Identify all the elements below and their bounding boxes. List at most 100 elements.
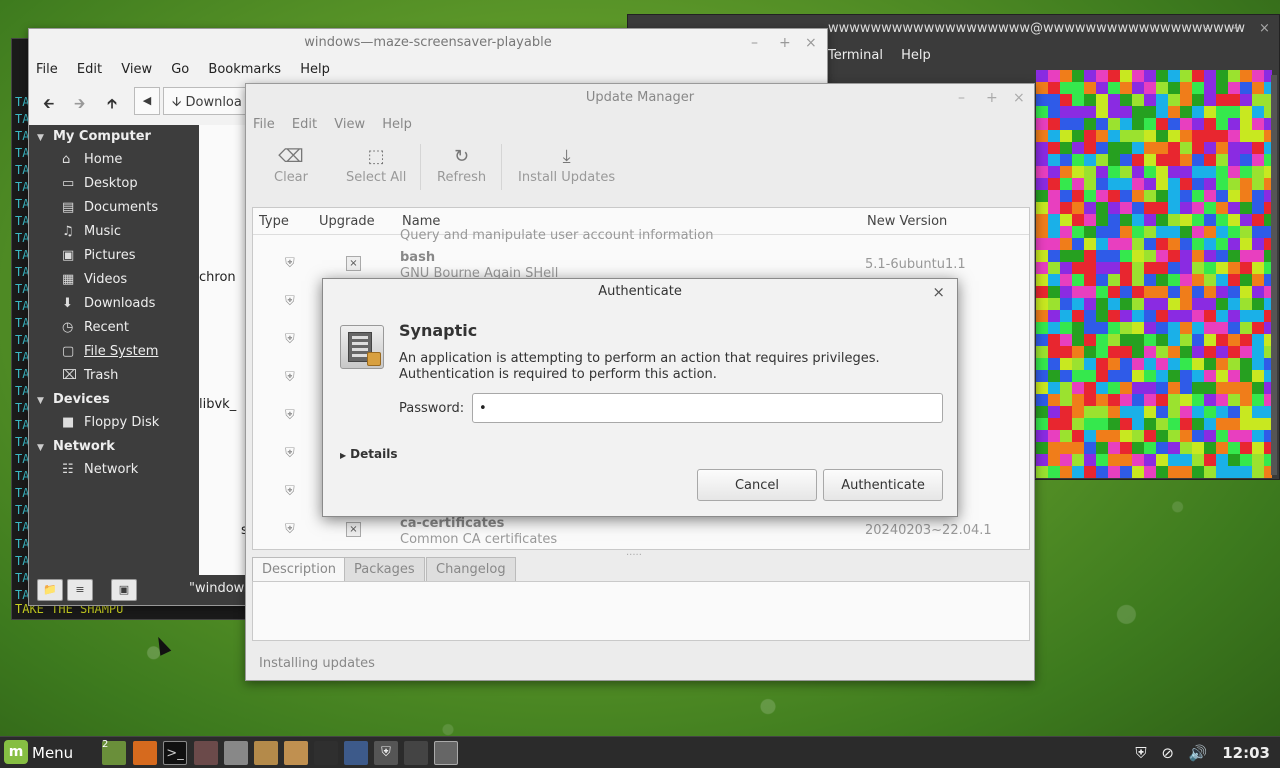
maze-cell (1168, 70, 1180, 82)
sidebar-item[interactable]: ▭ Desktop (29, 172, 199, 196)
sidebar-section[interactable]: ▼ Devices (29, 388, 199, 411)
file-item[interactable]: chron (199, 270, 236, 285)
show-desktop-icon[interactable]: 2 (102, 739, 126, 765)
close-icon[interactable]: × (805, 29, 817, 57)
maze-cell (1156, 118, 1168, 130)
sidebar-item-label: Desktop (84, 176, 138, 191)
menu-help[interactable]: Help (901, 48, 931, 63)
menu-help[interactable]: Help (382, 117, 412, 132)
details-expander[interactable]: ▶ Details (340, 447, 397, 461)
package-icon[interactable] (254, 741, 278, 765)
file-item[interactable]: libvk_ (199, 397, 236, 412)
sidebar-item[interactable]: ▣ Pictures (29, 244, 199, 268)
toggle-sidebar-icon[interactable]: ▣ (111, 579, 137, 601)
text-editor-icon[interactable] (344, 741, 368, 765)
terminal-scrollbar[interactable] (1271, 75, 1277, 475)
authenticate-titlebar[interactable]: Authenticate × (323, 279, 957, 305)
update-manager-titlebar[interactable]: Update Manager – + × (246, 84, 1034, 112)
menu-go[interactable]: Go (171, 62, 189, 77)
sidebar-item[interactable]: ▢ File System (29, 340, 199, 364)
column-new-version[interactable]: New Version (867, 208, 947, 235)
sidebar-item[interactable]: ▤ Documents (29, 196, 199, 220)
sidebar-item[interactable]: ■ Floppy Disk (29, 411, 199, 435)
maze-cell (1192, 346, 1204, 358)
sidebar-item[interactable]: ☷ Network (29, 458, 199, 482)
synaptic-task-icon[interactable] (434, 741, 458, 765)
pane-resize-grip[interactable]: ····· (626, 550, 642, 561)
settings-icon[interactable] (224, 741, 248, 765)
network-icon[interactable]: ⊘ (1161, 744, 1174, 762)
menu-terminal[interactable]: Terminal (828, 48, 883, 63)
close-icon[interactable]: × (932, 279, 945, 305)
shield-icon[interactable]: ⛨ (374, 741, 398, 765)
refresh-button[interactable]: ↻ Refresh (437, 146, 486, 185)
places-view-icon[interactable]: 📁 (37, 579, 63, 601)
clear-button[interactable]: ⌫ Clear (274, 146, 308, 185)
terminal-icon[interactable]: >_ (163, 741, 187, 765)
maze-cell (1204, 154, 1216, 166)
file-manager-content[interactable]: chron libvk_ s (199, 125, 248, 577)
maximize-icon[interactable]: + (779, 29, 791, 57)
firefox-icon[interactable] (133, 741, 157, 765)
back-arrow-icon[interactable]: 🡰 (43, 93, 54, 117)
menu-bookmarks[interactable]: Bookmarks (208, 62, 281, 77)
menu-view[interactable]: View (334, 117, 365, 132)
menu-file[interactable]: File (253, 117, 275, 132)
maze-cell (1240, 334, 1252, 346)
authenticate-dialog[interactable]: Authenticate × Synaptic An application i… (322, 278, 958, 517)
upgrade-checkbox[interactable]: × (346, 256, 361, 271)
sidebar-section[interactable]: ▼ Network (29, 435, 199, 458)
update-manager-task-icon[interactable] (404, 741, 428, 765)
tab-packages[interactable]: Packages (344, 557, 425, 582)
app-icon[interactable] (194, 741, 218, 765)
close-icon[interactable]: × (1259, 15, 1270, 43)
forward-arrow-icon[interactable]: 🡲 (74, 93, 85, 117)
sidebar-item[interactable]: ⌧ Trash (29, 364, 199, 388)
shield-icon[interactable]: ⛨ (1135, 744, 1146, 762)
sidebar-item[interactable]: ◷ Recent (29, 316, 199, 340)
password-field[interactable] (472, 393, 943, 423)
maximize-icon[interactable]: + (986, 84, 998, 112)
sidebar-item[interactable]: ⌂ Home (29, 148, 199, 172)
maze-cell (1060, 430, 1072, 442)
menu-edit[interactable]: Edit (292, 117, 317, 132)
package-icon[interactable] (284, 741, 308, 765)
column-type[interactable]: Type (259, 208, 289, 235)
install-updates-button[interactable]: ⤓ Install Updates (518, 146, 615, 185)
tab-description[interactable]: Description (252, 557, 347, 582)
sidebar-section[interactable]: ▼ My Computer (29, 125, 199, 148)
maze-cell (1120, 82, 1132, 94)
tree-view-icon[interactable]: ≡ (67, 579, 93, 601)
table-row[interactable]: ⛨ × ca-certificates Common CA certificates 2… (253, 512, 1029, 549)
up-arrow-icon[interactable]: 🡱 (107, 93, 117, 117)
maximize-icon[interactable]: + (1231, 15, 1242, 43)
menu-view[interactable]: View (121, 62, 152, 77)
clock[interactable]: 12:03 (1222, 744, 1270, 762)
tab-changelog[interactable]: Changelog (426, 557, 516, 582)
path-button-downloads[interactable]: 🡫 Downloa (163, 87, 251, 115)
file-manager-titlebar[interactable]: windows—maze-screensaver-playable – + × (29, 29, 827, 57)
minimize-icon[interactable]: – (1203, 15, 1210, 43)
maze-cell (1192, 430, 1204, 442)
minimize-icon[interactable]: – (751, 29, 758, 57)
cancel-button[interactable]: Cancel (697, 469, 817, 501)
path-left-icon[interactable]: ◀ (134, 87, 160, 115)
sidebar-item[interactable]: ♫ Music (29, 220, 199, 244)
menu-edit[interactable]: Edit (77, 62, 102, 77)
upgrade-checkbox[interactable]: × (346, 522, 361, 537)
menu-help[interactable]: Help (300, 62, 330, 77)
close-icon[interactable]: × (1013, 84, 1025, 112)
minimize-icon[interactable]: – (958, 84, 965, 112)
window-icon[interactable] (314, 741, 338, 765)
maze-cell (1072, 418, 1084, 430)
sidebar-item[interactable]: ▦ Videos (29, 268, 199, 292)
select-all-button[interactable]: ⬚ Select All (346, 146, 406, 185)
sidebar-item[interactable]: ⬇ Downloads (29, 292, 199, 316)
maze-cell (1060, 238, 1072, 250)
maze-cell (1132, 130, 1144, 142)
volume-icon[interactable]: 🔊 (1189, 744, 1208, 762)
authenticate-button[interactable]: Authenticate (823, 469, 943, 501)
menu-button[interactable]: m Menu (4, 740, 73, 766)
menu-file[interactable]: File (36, 62, 58, 77)
column-upgrade[interactable]: Upgrade (319, 208, 375, 235)
